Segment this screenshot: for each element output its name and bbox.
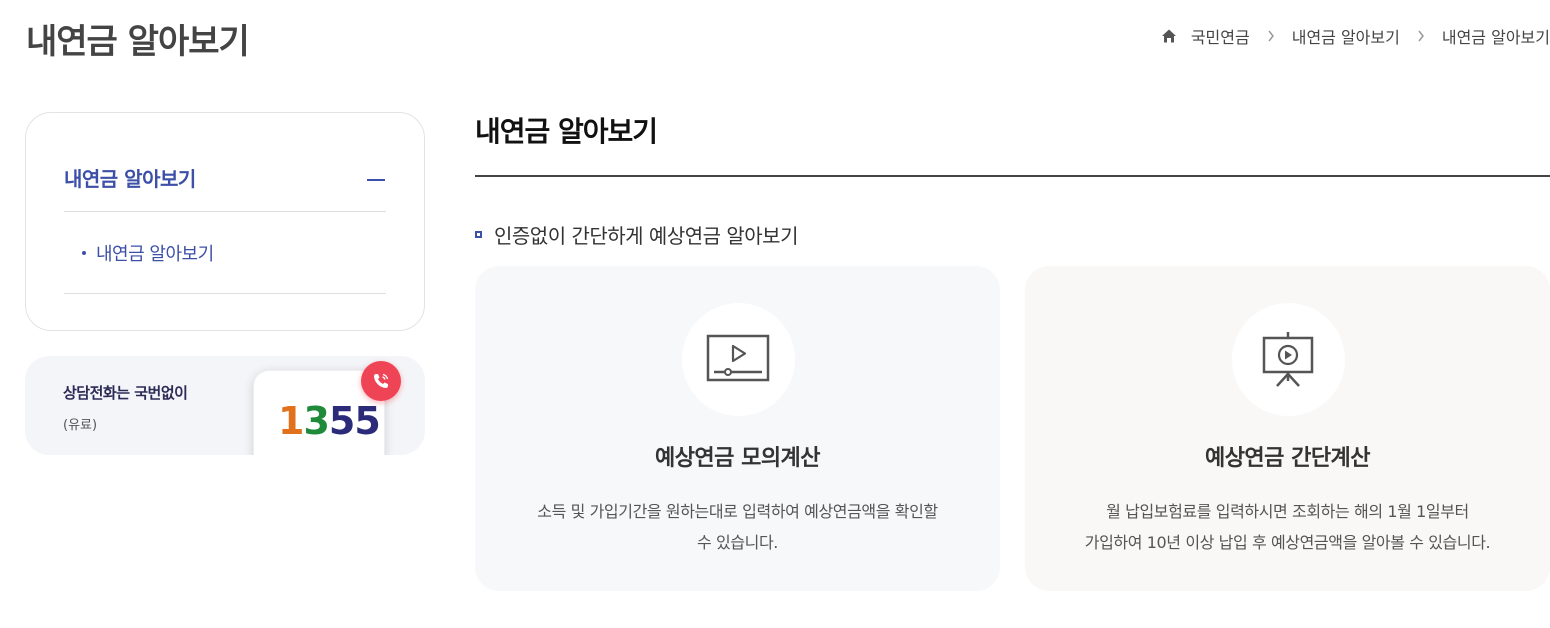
chevron-right-icon [1267, 30, 1275, 42]
card-description: 월 납입보험료를 입력하시면 조회하는 해의 1월 1일부터 가입하여 10년 … [1055, 496, 1520, 558]
call-banner[interactable]: 상담전화는 국번없이 (유료) 1355 [25, 356, 425, 455]
breadcrumb-item-pension[interactable]: 국민연금 [1191, 24, 1250, 48]
breadcrumb: 국민연금 내연금 알아보기 내연금 알아보기 [1161, 24, 1550, 48]
card-description-line: 가입하여 10년 이상 납입 후 예상연금액을 알아볼 수 있습니다. [1084, 533, 1491, 552]
section-title: 내연금 알아보기 [475, 115, 658, 148]
phone-number: 1355 [278, 399, 381, 443]
home-icon[interactable] [1161, 28, 1177, 44]
card-description-line: 월 납입보험료를 입력하시면 조회하는 해의 1월 1일부터 [1106, 502, 1469, 521]
bullet-dot-icon [82, 251, 86, 255]
side-menu: 내연금 알아보기 내연금 알아보기 [25, 112, 425, 331]
square-bullet-icon [475, 231, 482, 238]
breadcrumb-item-my-pension[interactable]: 내연금 알아보기 [1292, 24, 1400, 48]
phone-call-icon [361, 361, 401, 401]
video-play-icon [681, 303, 795, 416]
breadcrumb-item-current[interactable]: 내연금 알아보기 [1442, 24, 1550, 48]
sub-heading: 인증없이 간단하게 예상연금 알아보기 [475, 220, 798, 249]
chevron-right-icon [1417, 30, 1425, 42]
card-description-line: 소득 및 가입기간을 원하는대로 입력하여 예상연금액을 확인할 [537, 502, 938, 521]
card-simple-calculation[interactable]: 예상연금 간단계산 월 납입보험료를 입력하시면 조회하는 해의 1월 1일부터… [1025, 266, 1550, 591]
card-description-line: 수 있습니다. [697, 533, 778, 552]
presentation-board-icon [1231, 303, 1345, 416]
collapse-minus-icon[interactable] [367, 179, 385, 181]
card-mock-calculation[interactable]: 예상연금 모의계산 소득 및 가입기간을 원하는대로 입력하여 예상연금액을 확… [475, 266, 1000, 591]
side-menu-item[interactable]: 내연금 알아보기 [64, 213, 386, 294]
page-title: 내연금 알아보기 [26, 22, 250, 62]
phone-digit-1: 1 [278, 399, 304, 443]
card-description: 소득 및 가입기간을 원하는대로 입력하여 예상연금액을 확인할 수 있습니다. [505, 496, 970, 558]
card-title: 예상연금 모의계산 [654, 446, 821, 471]
side-menu-heading[interactable]: 내연금 알아보기 [64, 163, 386, 212]
section-divider [475, 175, 1550, 177]
call-banner-note: (유료) [63, 418, 98, 433]
phone-digit-3: 55 [328, 399, 381, 443]
call-banner-title: 상담전화는 국번없이 [63, 384, 188, 402]
side-menu-item-label: 내연금 알아보기 [96, 244, 214, 265]
card-title: 예상연금 간단계산 [1204, 446, 1371, 471]
phone-digit-2: 3 [303, 399, 329, 443]
side-menu-heading-label: 내연금 알아보기 [64, 167, 196, 191]
sub-heading-text: 인증없이 간단하게 예상연금 알아보기 [494, 224, 798, 248]
